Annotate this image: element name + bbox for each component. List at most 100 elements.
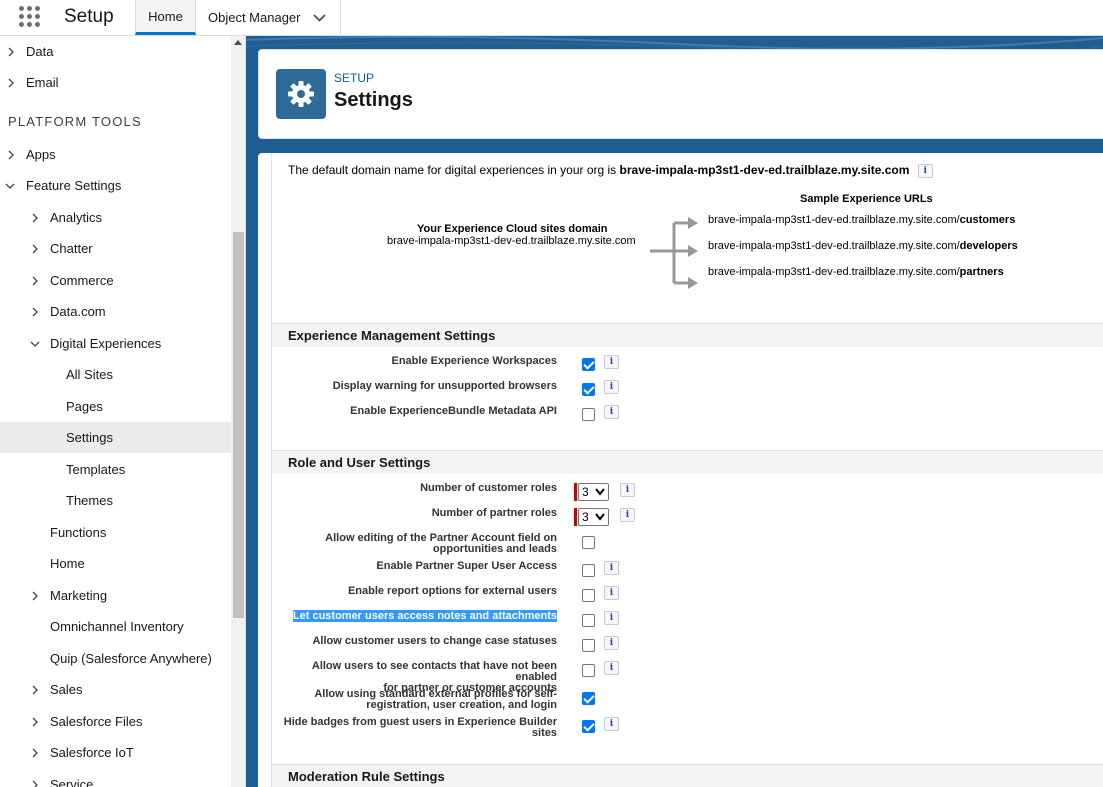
- info-icon[interactable]: i: [604, 380, 619, 394]
- setting-label: Allow using standard external profiles f…: [314, 689, 557, 711]
- chevron-right-icon: [32, 276, 38, 285]
- setup-sidebar: Data Email PLATFORM TOOLS Apps Feature S…: [0, 36, 246, 787]
- sidebar-item-pages[interactable]: Pages: [0, 391, 231, 422]
- enable-experiencebundle-api-checkbox[interactable]: [582, 408, 595, 421]
- sidebar-item-salesforce-iot[interactable]: Salesforce IoT: [0, 737, 231, 768]
- chevron-right-icon: [32, 213, 38, 222]
- sidebar-item-label: Sales: [50, 682, 83, 697]
- info-icon[interactable]: i: [604, 611, 619, 625]
- chevron-right-icon: [8, 150, 14, 159]
- sidebar-item-label: Service: [50, 777, 94, 787]
- sidebar-item-label: Home: [50, 556, 85, 571]
- url-branch-arrows-icon: [650, 217, 698, 289]
- see-unenabled-contacts-checkbox[interactable]: [582, 664, 595, 677]
- setting-label-line: opportunities and leads: [432, 543, 557, 555]
- sidebar-item-functions[interactable]: Functions: [0, 517, 231, 548]
- sidebar-item-templates[interactable]: Templates: [0, 454, 231, 485]
- sidebar-item-sales[interactable]: Sales: [0, 674, 231, 705]
- sidebar-item-feature-settings[interactable]: Feature Settings: [0, 170, 231, 201]
- chevron-right-icon: [8, 47, 14, 56]
- chevron-down-icon[interactable]: [313, 11, 326, 24]
- sidebar-item-label: Themes: [66, 493, 113, 508]
- setting-label: Enable Partner Super User Access: [376, 560, 557, 572]
- partner-roles-dropdown[interactable]: 3: [578, 508, 609, 526]
- sidebar-item-datacom[interactable]: Data.com: [0, 296, 231, 327]
- sidebar-item-chatter[interactable]: Chatter: [0, 233, 231, 264]
- tab-object-manager[interactable]: Object Manager: [196, 0, 341, 35]
- default-domain-value: brave-impala-mp3st1-dev-ed.trailblaze.my…: [619, 163, 910, 177]
- sidebar-item-settings[interactable]: Settings: [0, 422, 231, 453]
- sidebar-item-home[interactable]: Home: [0, 548, 231, 579]
- tab-home[interactable]: Home: [135, 0, 196, 35]
- setting-label: Display warning for unsupported browsers: [332, 380, 557, 392]
- chevron-right-icon: [32, 780, 38, 787]
- chevron-right-icon: [32, 748, 38, 757]
- sidebar-item-apps[interactable]: Apps: [0, 139, 231, 170]
- allow-editing-partner-account-checkbox[interactable]: [582, 536, 595, 549]
- info-icon[interactable]: i: [620, 483, 635, 497]
- info-icon[interactable]: i: [604, 561, 619, 575]
- info-icon[interactable]: i: [604, 661, 619, 675]
- info-icon[interactable]: i: [917, 163, 933, 178]
- sidebar-item-label: Salesforce IoT: [50, 745, 134, 760]
- chevron-right-icon: [8, 78, 14, 87]
- setting-label: Enable Experience Workspaces: [391, 355, 558, 367]
- breadcrumb[interactable]: SETUP: [334, 71, 374, 85]
- sidebar-item-marketing[interactable]: Marketing: [0, 580, 231, 611]
- section-moderation: Moderation Rule Settings: [272, 764, 1103, 787]
- app-name: Setup: [64, 6, 114, 27]
- enable-experience-workspaces-checkbox[interactable]: [582, 358, 595, 371]
- setting-label: Enable ExperienceBundle Metadata API: [350, 405, 557, 417]
- sidebar-item-omnichannel-inventory[interactable]: Omnichannel Inventory: [0, 611, 231, 642]
- partner-roles-select[interactable]: 3: [574, 508, 609, 526]
- scroll-up-arrow-icon[interactable]: [234, 40, 242, 45]
- setting-label: Allow customer users to change case stat…: [312, 635, 557, 647]
- sidebar-item-email[interactable]: Email: [0, 67, 231, 98]
- info-icon[interactable]: i: [604, 586, 619, 600]
- sidebar-item-label: Analytics: [50, 210, 103, 225]
- enable-report-options-checkbox[interactable]: [582, 589, 595, 602]
- hide-badges-guest-users-checkbox[interactable]: [582, 720, 595, 733]
- customer-notes-attachments-checkbox[interactable]: [582, 614, 595, 627]
- sidebar-item-salesforce-files[interactable]: Salesforce Files: [0, 706, 231, 737]
- selected-text: Let customer users access notes and atta…: [292, 610, 557, 622]
- sidebar-item-commerce[interactable]: Commerce: [0, 265, 231, 296]
- required-indicator: [574, 483, 577, 501]
- info-icon[interactable]: i: [604, 355, 619, 369]
- settings-panel: The default domain name for digital expe…: [271, 153, 1103, 787]
- sidebar-item-all-sites[interactable]: All Sites: [0, 359, 231, 390]
- page-title: Settings: [334, 89, 413, 111]
- sidebar-item-label: Settings: [66, 430, 113, 445]
- sample-url-base: brave-impala-mp3st1-dev-ed.trailblaze.my…: [708, 214, 960, 226]
- info-icon[interactable]: i: [604, 636, 619, 650]
- scrollbar-thumb[interactable]: [233, 232, 244, 618]
- sidebar-item-quip[interactable]: Quip (Salesforce Anywhere): [0, 643, 231, 674]
- chevron-right-icon: [32, 591, 38, 600]
- info-icon[interactable]: i: [620, 508, 635, 522]
- sidebar-item-service[interactable]: Service: [0, 769, 231, 787]
- site-domain-label: Your Experience Cloud sites domain: [417, 223, 608, 235]
- chevron-down-icon: [5, 183, 15, 189]
- sidebar-item-label: Omnichannel Inventory: [50, 619, 184, 634]
- chevron-right-icon: [32, 307, 38, 316]
- chevron-down-icon: [595, 488, 605, 496]
- sidebar-item-label: Commerce: [50, 273, 114, 288]
- customer-roles-select[interactable]: 3: [574, 483, 609, 501]
- sidebar-item-label: Pages: [66, 399, 103, 414]
- sample-url-partners: brave-impala-mp3st1-dev-ed.trailblaze.my…: [708, 266, 1004, 278]
- enable-partner-super-user-checkbox[interactable]: [582, 564, 595, 577]
- sidebar-item-themes[interactable]: Themes: [0, 485, 231, 516]
- info-icon[interactable]: i: [604, 405, 619, 419]
- standard-external-profiles-checkbox[interactable]: [582, 692, 595, 705]
- customer-roles-dropdown[interactable]: 3: [578, 483, 609, 501]
- app-launcher-icon[interactable]: [19, 6, 41, 28]
- info-icon[interactable]: i: [604, 717, 619, 731]
- change-case-statuses-checkbox[interactable]: [582, 639, 595, 652]
- default-domain-line: The default domain name for digital expe…: [288, 163, 933, 178]
- sidebar-item-data[interactable]: Data: [0, 36, 231, 67]
- display-warning-unsupported-browsers-checkbox[interactable]: [582, 383, 595, 396]
- sidebar-item-analytics[interactable]: Analytics: [0, 202, 231, 233]
- chevron-right-icon: [32, 244, 38, 253]
- sidebar-item-digital-experiences[interactable]: Digital Experiences: [0, 328, 231, 359]
- sidebar-item-label: Digital Experiences: [50, 336, 162, 351]
